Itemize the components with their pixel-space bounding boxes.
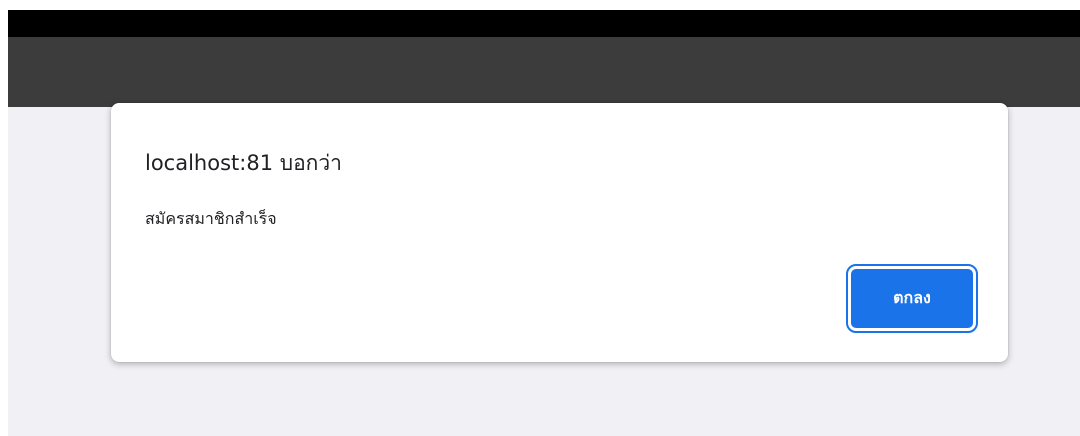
dialog-title: localhost:81 บอกว่า [145, 151, 342, 175]
alert-dialog: localhost:81 บอกว่า สมัครสมาชิกสำเร็จ ตก… [111, 103, 1008, 362]
browser-toolbar [8, 37, 1080, 107]
browser-window: localhost:81 บอกว่า สมัครสมาชิกสำเร็จ ตก… [0, 0, 1080, 436]
ok-button[interactable]: ตกลง [846, 264, 978, 333]
dialog-message: สมัครสมาชิกสำเร็จ [145, 209, 277, 228]
window-top-strip [8, 10, 1080, 37]
